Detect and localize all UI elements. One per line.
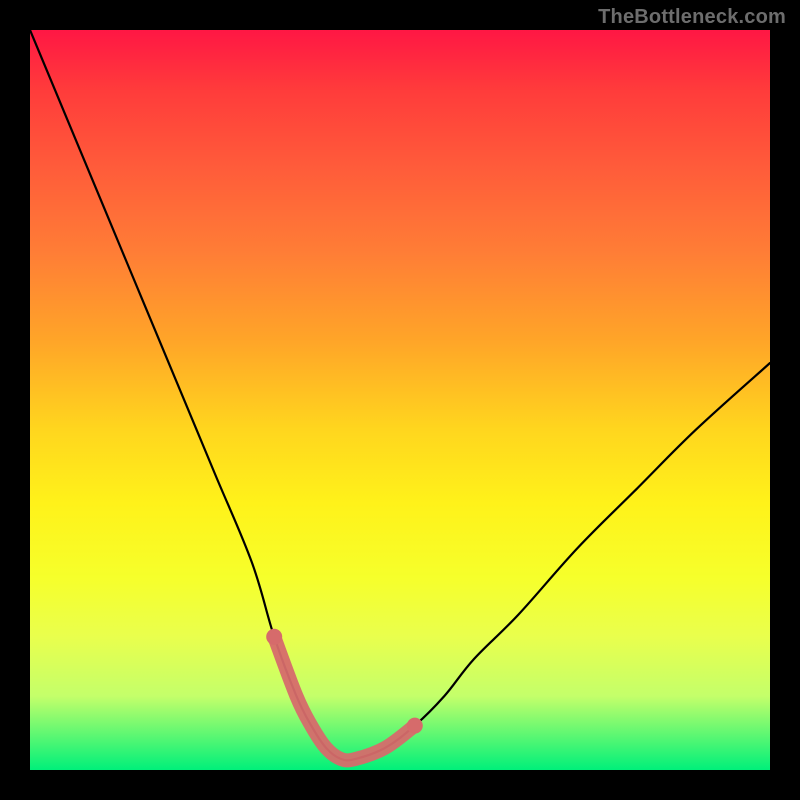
plot-area: [30, 30, 770, 770]
highlight-end-dot: [266, 629, 282, 645]
chart-frame: TheBottleneck.com: [0, 0, 800, 800]
bottom-highlight: [274, 637, 415, 761]
chart-svg: [30, 30, 770, 770]
highlight-end-dot: [407, 718, 423, 734]
bottleneck-curve: [30, 30, 770, 760]
watermark-text: TheBottleneck.com: [598, 6, 786, 29]
